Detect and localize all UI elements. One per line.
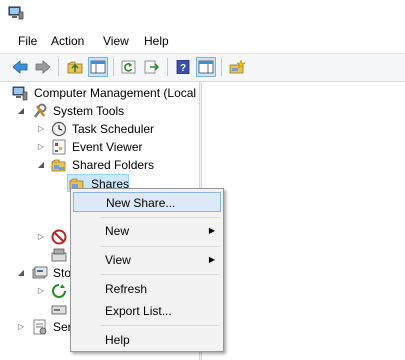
collapse-arrow-icon[interactable]: ◢ [16,102,26,120]
clock-icon [51,121,67,137]
toolbar-separator [167,58,168,76]
content-pane [202,82,405,360]
up-folder-icon[interactable] [65,57,85,77]
tree-item-services-and-applications[interactable]: ▷ Ser [16,318,72,336]
menu-item-new[interactable]: New ▶ [73,221,221,241]
export-list-icon[interactable] [142,57,162,77]
tree-item-device-manager[interactable] [51,246,71,264]
menu-item-new-share[interactable]: New Share... [73,192,221,212]
toolbar-separator [113,58,114,76]
system-tools-icon [32,103,48,119]
tree-item-disk-management[interactable] [51,300,71,318]
menu-separator [101,217,219,218]
menu-item-help[interactable]: Help [73,330,221,350]
expand-arrow-icon[interactable]: ▷ [16,318,26,336]
tree-label: Shared Folders [72,158,155,172]
tree-label: System Tools [53,104,125,118]
menu-separator [101,246,219,247]
expand-arrow-icon[interactable]: ▷ [36,282,46,300]
toolbar: ? [0,53,405,82]
menu-item-label: Help [105,333,130,347]
tree-item-system-tools[interactable]: ◢ System Tools [16,102,196,120]
toolbar-separator [58,58,59,76]
services-icon [32,319,48,335]
refresh-icon[interactable] [119,57,139,77]
menu-item-label: New Share... [106,196,176,210]
disk-icon [51,301,67,317]
tree-item-task-scheduler[interactable]: ▷ Task Scheduler [36,120,196,138]
menu-separator [101,325,219,326]
computer-management-icon [8,6,24,20]
tree-item-performance[interactable]: ▷ [36,228,72,246]
tree-item-computer-management[interactable]: Computer Management (Local [10,84,200,102]
tree-item-windows-server-backup[interactable]: ▷ [36,282,72,300]
menu-view[interactable]: View [103,34,129,48]
collapse-arrow-icon[interactable]: ◢ [36,156,46,174]
computer-management-icon [12,85,28,101]
event-viewer-icon [51,139,67,155]
action-pane-icon[interactable] [196,57,216,77]
submenu-arrow-icon: ▶ [208,226,215,235]
no-entry-icon [51,229,67,245]
collapse-arrow-icon[interactable]: ◢ [16,264,26,282]
menu-help[interactable]: Help [144,34,169,48]
title-bar [0,0,405,28]
shared-folders-icon [51,157,67,173]
backup-icon [51,283,67,299]
menu-item-label: Export List... [105,304,172,318]
menu-bar: File Action View Help [0,30,405,52]
menu-item-refresh[interactable]: Refresh [73,279,221,299]
menu-item-label: View [105,253,131,267]
menu-item-view[interactable]: View ▶ [73,250,221,270]
tree-item-storage[interactable]: ◢ Sto [16,264,72,282]
tree-item-shared-folders[interactable]: ◢ Shared Folders [36,156,196,174]
tree-label: Event Viewer [72,140,143,154]
menu-action[interactable]: Action [51,34,84,48]
show-hide-tree-icon[interactable] [88,57,108,77]
storage-icon [32,265,48,281]
device-icon [51,247,67,263]
context-menu: New Share... New ▶ View ▶ Refresh Export… [70,188,224,352]
forward-icon[interactable] [33,57,53,77]
back-icon[interactable] [10,57,30,77]
menu-item-label: Refresh [105,282,148,296]
tree-label: Computer Management (Local [34,86,197,100]
menu-item-label: New [105,224,130,238]
tree-item-event-viewer[interactable]: ▷ Event Viewer [36,138,196,156]
menu-file[interactable]: File [18,34,37,48]
tree-label: Sto [53,266,72,280]
tree-label: Ser [53,320,72,334]
expand-arrow-icon[interactable]: ▷ [36,138,46,156]
svg-text:?: ? [180,63,186,74]
submenu-arrow-icon: ▶ [208,255,215,264]
expand-arrow-icon[interactable]: ▷ [36,228,46,246]
expand-arrow-icon[interactable]: ▷ [36,120,46,138]
menu-item-export-list[interactable]: Export List... [73,301,221,321]
tree-label: Task Scheduler [72,122,155,136]
menu-separator [101,274,219,275]
new-share-icon[interactable] [227,57,247,77]
help-icon[interactable]: ? [173,57,193,77]
toolbar-separator [221,58,222,76]
